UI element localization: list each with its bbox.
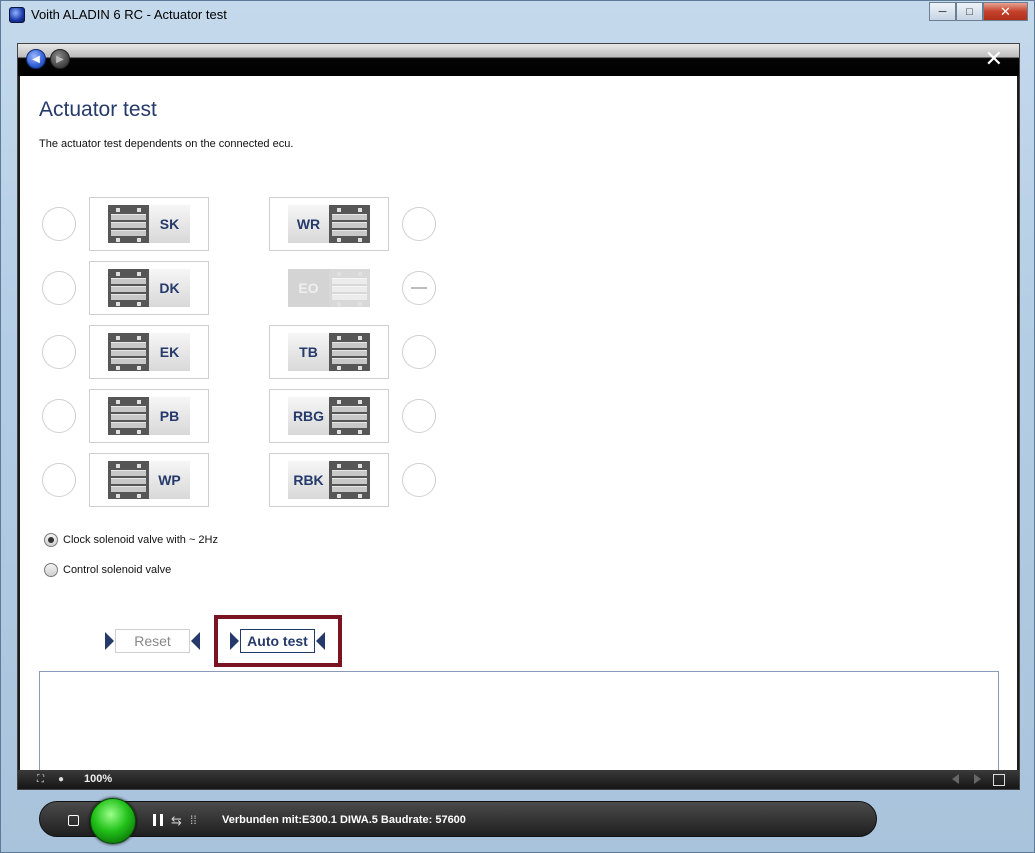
actuator-valve-icon [329,205,370,243]
window-controls: ─ □ ✕ [929,2,1028,21]
actuator-valve-icon [108,269,149,307]
actuator-button-pb[interactable]: PB [89,389,209,443]
player-bar: ⇆ ⁞⁞ Verbunden mit:E300.1 DIWA.5 Baudrat… [39,798,877,844]
content-frame: ◀ ▶ ✕ Actuator test The actuator test de… [17,43,1020,790]
actuator-valve-icon [108,397,149,435]
reset-button[interactable]: Reset [115,629,190,653]
actuator-label: RBK [288,461,329,499]
expand-icon[interactable] [993,774,1005,786]
radio-clock-solenoid[interactable]: Clock solenoid valve with ~ 2Hz [44,533,218,547]
status-indicator-rbg [402,399,436,433]
actuator-label: RBG [288,397,329,435]
actuator-valve-icon [108,461,149,499]
actuator-button-rbg[interactable]: RBG [269,389,389,443]
radio-button-checked[interactable] [44,533,58,547]
actuator-label: WR [288,205,329,243]
actuator-button-wp[interactable]: WP [89,453,209,507]
actuator-label: SK [149,205,190,243]
actuator-valve-icon [108,333,149,371]
triangle-right-icon [105,632,114,650]
actuator-valve-icon [329,269,370,307]
actuator-button-wr[interactable]: WR [269,197,389,251]
radio-button[interactable] [44,563,58,577]
status-indicator-pb [42,399,76,433]
pause-icon[interactable] [153,814,163,826]
actuator-valve-icon [329,461,370,499]
status-bar: ⛶ ● 100% [18,770,1019,789]
comment-icon[interactable]: ● [58,774,69,785]
title-bar: Voith ALADIN 6 RC - Actuator test ─ □ ✕ [1,1,1034,29]
actuator-button-eo: EO [269,261,389,315]
status-indicator-dk [42,271,76,305]
actuator-label: DK [149,269,190,307]
grid-icon[interactable]: ⁞⁞ [190,813,197,827]
back-arrow-icon[interactable]: ◀ [26,49,46,69]
actuator-test-panel: Actuator test The actuator test dependen… [20,76,1017,771]
connection-status: Verbunden mit:E300.1 DIWA.5 Baudrate: 57… [222,814,466,826]
app-logo-icon [9,7,25,23]
radio-label: Control solenoid valve [63,564,172,576]
triangle-left-icon [191,632,200,650]
next-page-icon[interactable] [974,774,981,784]
actuator-button-tb[interactable]: TB [269,325,389,379]
actuator-valve-icon [329,397,370,435]
actuator-button-ek[interactable]: EK [89,325,209,379]
window-title: Voith ALADIN 6 RC - Actuator test [31,7,227,22]
output-area[interactable] [39,671,999,771]
page-title: Actuator test [39,98,157,121]
actuator-label: PB [149,397,190,435]
loop-icon[interactable]: ⇆ [171,813,182,829]
forward-arrow-icon[interactable]: ▶ [50,49,70,69]
previous-page-icon[interactable] [952,774,959,784]
radio-control-solenoid[interactable]: Control solenoid valve [44,563,171,577]
triangle-right-icon [230,632,239,650]
status-indicator-eo [402,271,436,305]
minimize-button[interactable]: ─ [929,2,956,21]
status-indicator-wp [42,463,76,497]
status-indicator-ek [42,335,76,369]
actuator-label: EO [288,269,329,307]
page-description: The actuator test dependents on the conn… [39,138,294,150]
actuator-label: TB [288,333,329,371]
frame-close-button[interactable]: ✕ [985,48,1003,70]
auto-test-button[interactable]: Auto test [240,629,315,653]
radio-label: Clock solenoid valve with ~ 2Hz [63,534,218,546]
actuator-label: EK [149,333,190,371]
zoom-level: 100% [84,773,113,785]
status-indicator-wr [402,207,436,241]
frame-toolbar: ◀ ▶ ✕ [18,44,1019,76]
application-window: Voith ALADIN 6 RC - Actuator test ─ □ ✕ … [0,0,1035,853]
triangle-left-icon [316,632,325,650]
status-indicator-rbk [402,463,436,497]
actuator-label: WP [149,461,190,499]
maximize-button[interactable]: □ [956,2,983,21]
actuator-button-rbk[interactable]: RBK [269,453,389,507]
actuator-valve-icon [108,205,149,243]
actuator-valve-icon [329,333,370,371]
window-close-button[interactable]: ✕ [983,2,1028,21]
stop-icon[interactable] [68,815,79,826]
actuator-button-dk[interactable]: DK [89,261,209,315]
status-indicator-tb [402,335,436,369]
start-button[interactable] [90,798,136,844]
fit-screen-icon[interactable]: ⛶ [37,774,48,785]
status-indicator-sk [42,207,76,241]
actuator-button-sk[interactable]: SK [89,197,209,251]
